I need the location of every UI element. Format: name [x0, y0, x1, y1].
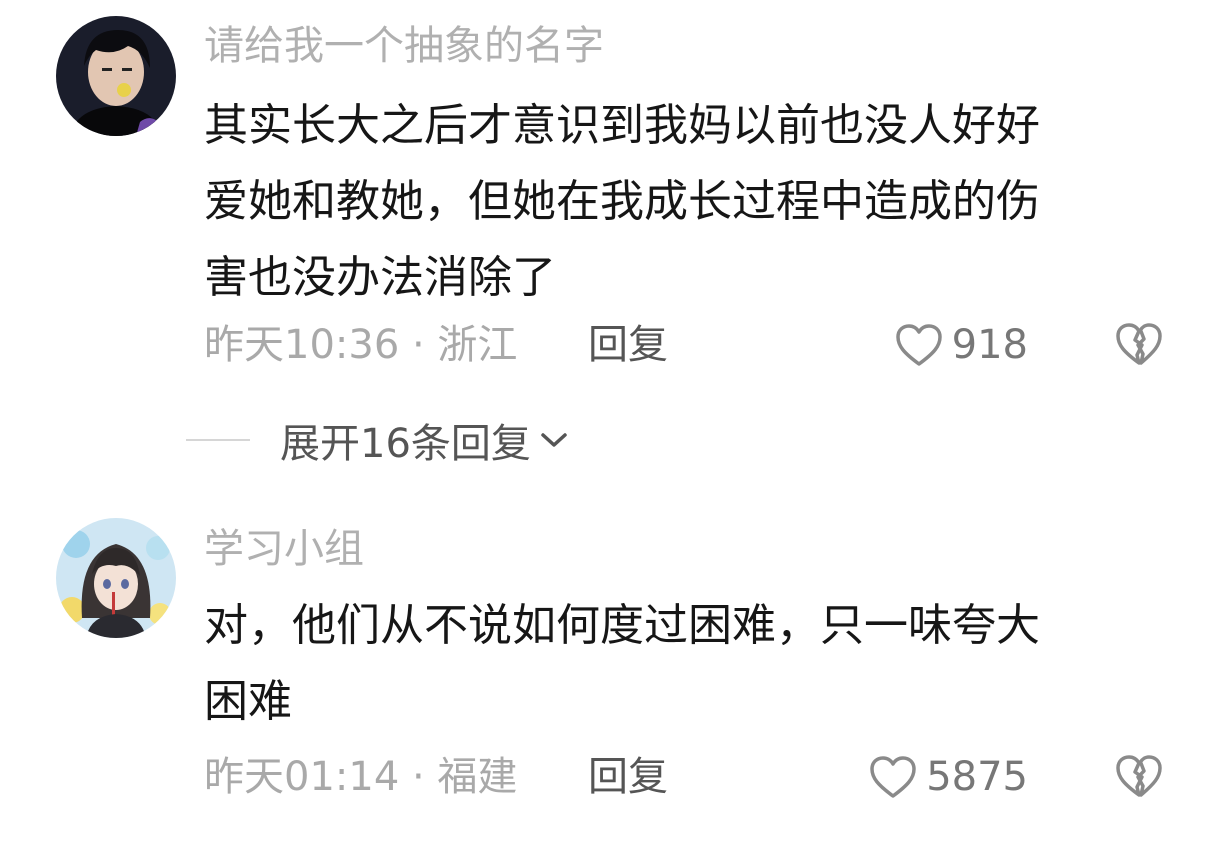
like-count: 918: [951, 322, 1028, 368]
expand-replies-button[interactable]: 展开16条回复: [280, 411, 569, 469]
username[interactable]: 请给我一个抽象的名字: [204, 22, 604, 70]
reply-button[interactable]: 回复: [588, 317, 668, 373]
comment-text-line: 其实长大之后才意识到我妈以前也没人好好: [204, 100, 1040, 151]
comment-item: 学习小组 对，他们从不说如何度过困难，只一味夸大 困难 昨天01:14 · 福建…: [0, 500, 1224, 844]
avatar[interactable]: [56, 16, 176, 136]
like-button[interactable]: 5875: [868, 749, 1028, 805]
like-count: 5875: [926, 754, 1028, 800]
expand-replies: 展开16条回复: [186, 412, 569, 468]
comment-text: 其实长大之后才意识到我妈以前也没人好好 爱她和教她，但她在我成长过程中造成的伤 …: [204, 88, 1164, 316]
comment-text-line: 对，他们从不说如何度过困难，只一味夸大: [204, 600, 1040, 651]
avatar[interactable]: [56, 518, 176, 638]
expand-replies-label: 展开16条回复: [280, 421, 531, 467]
comment-text-line: 害也没办法消除了: [204, 252, 556, 303]
heart-outline-icon: [870, 756, 916, 798]
dislike-button[interactable]: [1114, 753, 1164, 814]
dislike-button[interactable]: [1114, 321, 1164, 382]
comment-text-line: 困难: [204, 676, 292, 727]
comment-text-line: 爱她和教她，但她在我成长过程中造成的伤: [204, 176, 1040, 227]
username[interactable]: 学习小组: [204, 525, 364, 573]
comment-meta: 昨天10:36 · 浙江 回复 918: [204, 317, 1164, 373]
broken-heart-icon: [1116, 755, 1162, 797]
divider: [186, 439, 250, 441]
timestamp-location: 昨天01:14 · 福建: [204, 754, 518, 800]
timestamp-location: 昨天10:36 · 浙江: [204, 322, 518, 368]
reply-button[interactable]: 回复: [588, 749, 668, 805]
like-button[interactable]: 918: [894, 317, 1028, 373]
comment-text: 对，他们从不说如何度过困难，只一味夸大 困难: [204, 588, 1164, 740]
chevron-down-icon: [541, 433, 567, 447]
comment-item: 请给我一个抽象的名字 其实长大之后才意识到我妈以前也没人好好 爱她和教她，但她在…: [0, 0, 1224, 400]
heart-outline-icon: [895, 324, 942, 366]
broken-heart-icon: [1116, 323, 1162, 365]
comment-meta: 昨天01:14 · 福建 回复 5875: [204, 749, 1164, 805]
